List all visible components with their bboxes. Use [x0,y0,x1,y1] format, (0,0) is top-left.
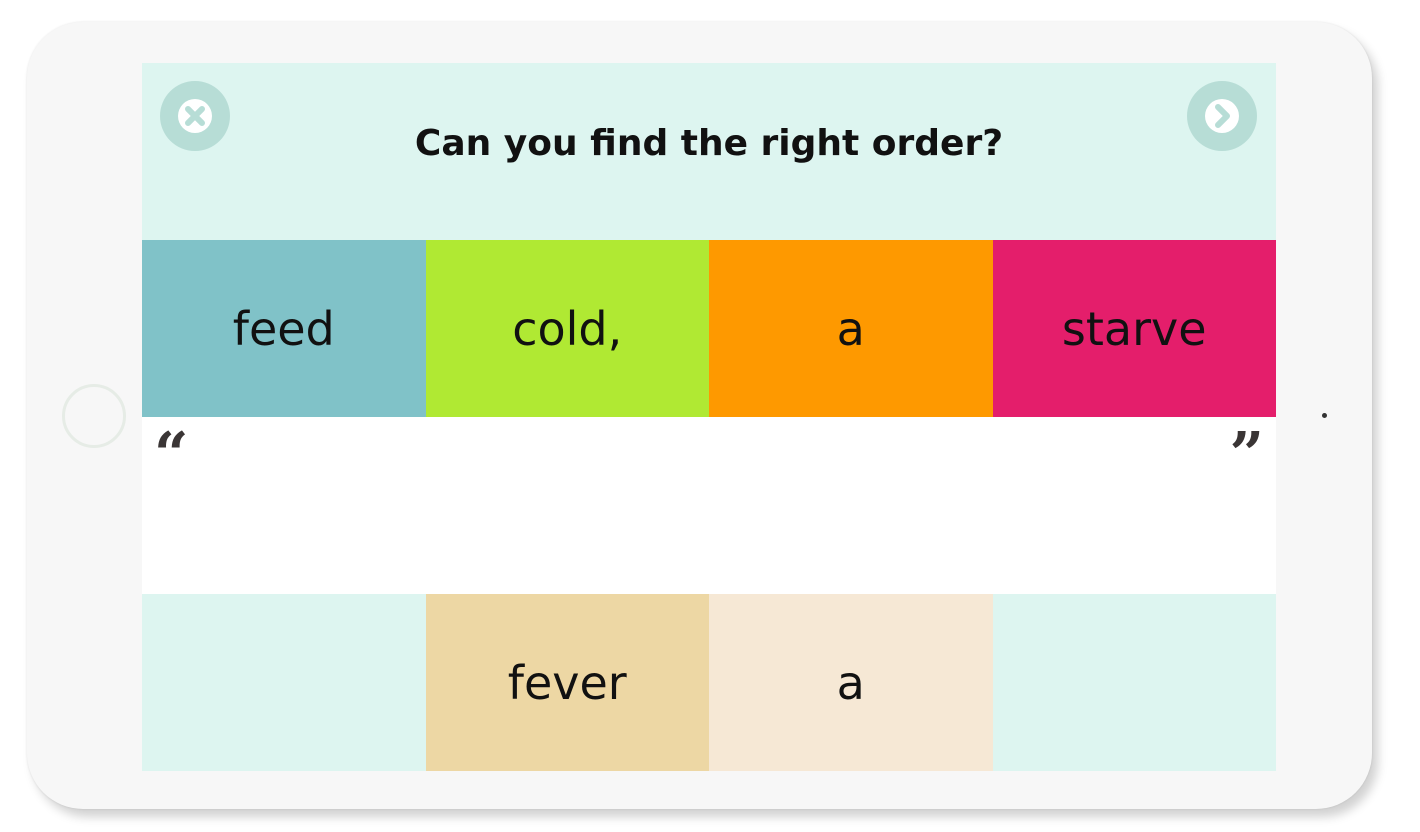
word-tile[interactable]: a [709,240,993,417]
remaining-words-row: fever a [142,594,1276,771]
app-screen: Can you find the right order? feed cold,… [142,63,1276,771]
word-tile[interactable]: fever [425,594,709,771]
close-quote-mark: ” [1229,420,1264,490]
next-button[interactable] [1187,81,1257,151]
word-tile[interactable]: a [709,594,993,771]
word-choice-row: feed cold, a starve [142,240,1276,417]
front-camera [1322,413,1327,418]
question-header: Can you find the right order? [142,63,1276,240]
answer-drop-area[interactable]: “ ” [142,417,1276,594]
word-tile[interactable]: starve [992,240,1276,417]
open-quote-mark: “ [154,420,189,490]
word-tile[interactable]: cold, [425,240,709,417]
page-title: Can you find the right order? [414,123,1004,164]
chevron-right-icon [1205,99,1239,133]
empty-slot [142,594,426,771]
empty-slot [992,594,1276,771]
word-tile[interactable]: feed [142,240,426,417]
home-button[interactable] [62,384,126,448]
